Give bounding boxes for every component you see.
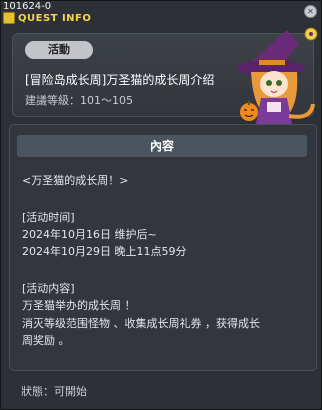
witch-cat-portrait (237, 27, 318, 128)
content-line: 周奖励 。 (22, 334, 70, 347)
content-line: 2024年10月16日 维护后~ (22, 228, 157, 241)
event-badge: 活動 (25, 41, 93, 59)
title-bar[interactable]: QUEST INFO (3, 11, 91, 25)
window-title: QUEST INFO (18, 12, 92, 24)
level-requirement: 建議等級：101～105 (25, 94, 133, 107)
content-line: 万圣猫举办的成长周 ！ (22, 299, 136, 312)
content-line: [活动内容] (22, 282, 75, 295)
content-line: [活动时间] (22, 211, 75, 224)
content-line: 2024年10月29日 晚上11点59分 (22, 245, 187, 258)
close-icon[interactable]: ✕ (304, 5, 317, 18)
content-line: 消灭等级范围怪物 、收集成长周礼券 ，获得成长 (22, 317, 260, 330)
quest-status: 狀態：可開始 (21, 385, 87, 398)
quest-info-window: 101624-0 QUEST INFO ✕ 活動 [冒险岛成长周]万圣猫的成长周… (0, 0, 322, 410)
quest-book-icon (3, 12, 15, 24)
content-line: <万圣猫的成长周！> (22, 174, 129, 187)
quest-title: [冒险岛成长周]万圣猫的成长周介绍 (25, 73, 215, 87)
quest-header-panel: 活動 [冒险岛成长周]万圣猫的成长周介绍 建議等級：101～105 (12, 27, 318, 128)
content-heading: 內容 (17, 135, 307, 157)
